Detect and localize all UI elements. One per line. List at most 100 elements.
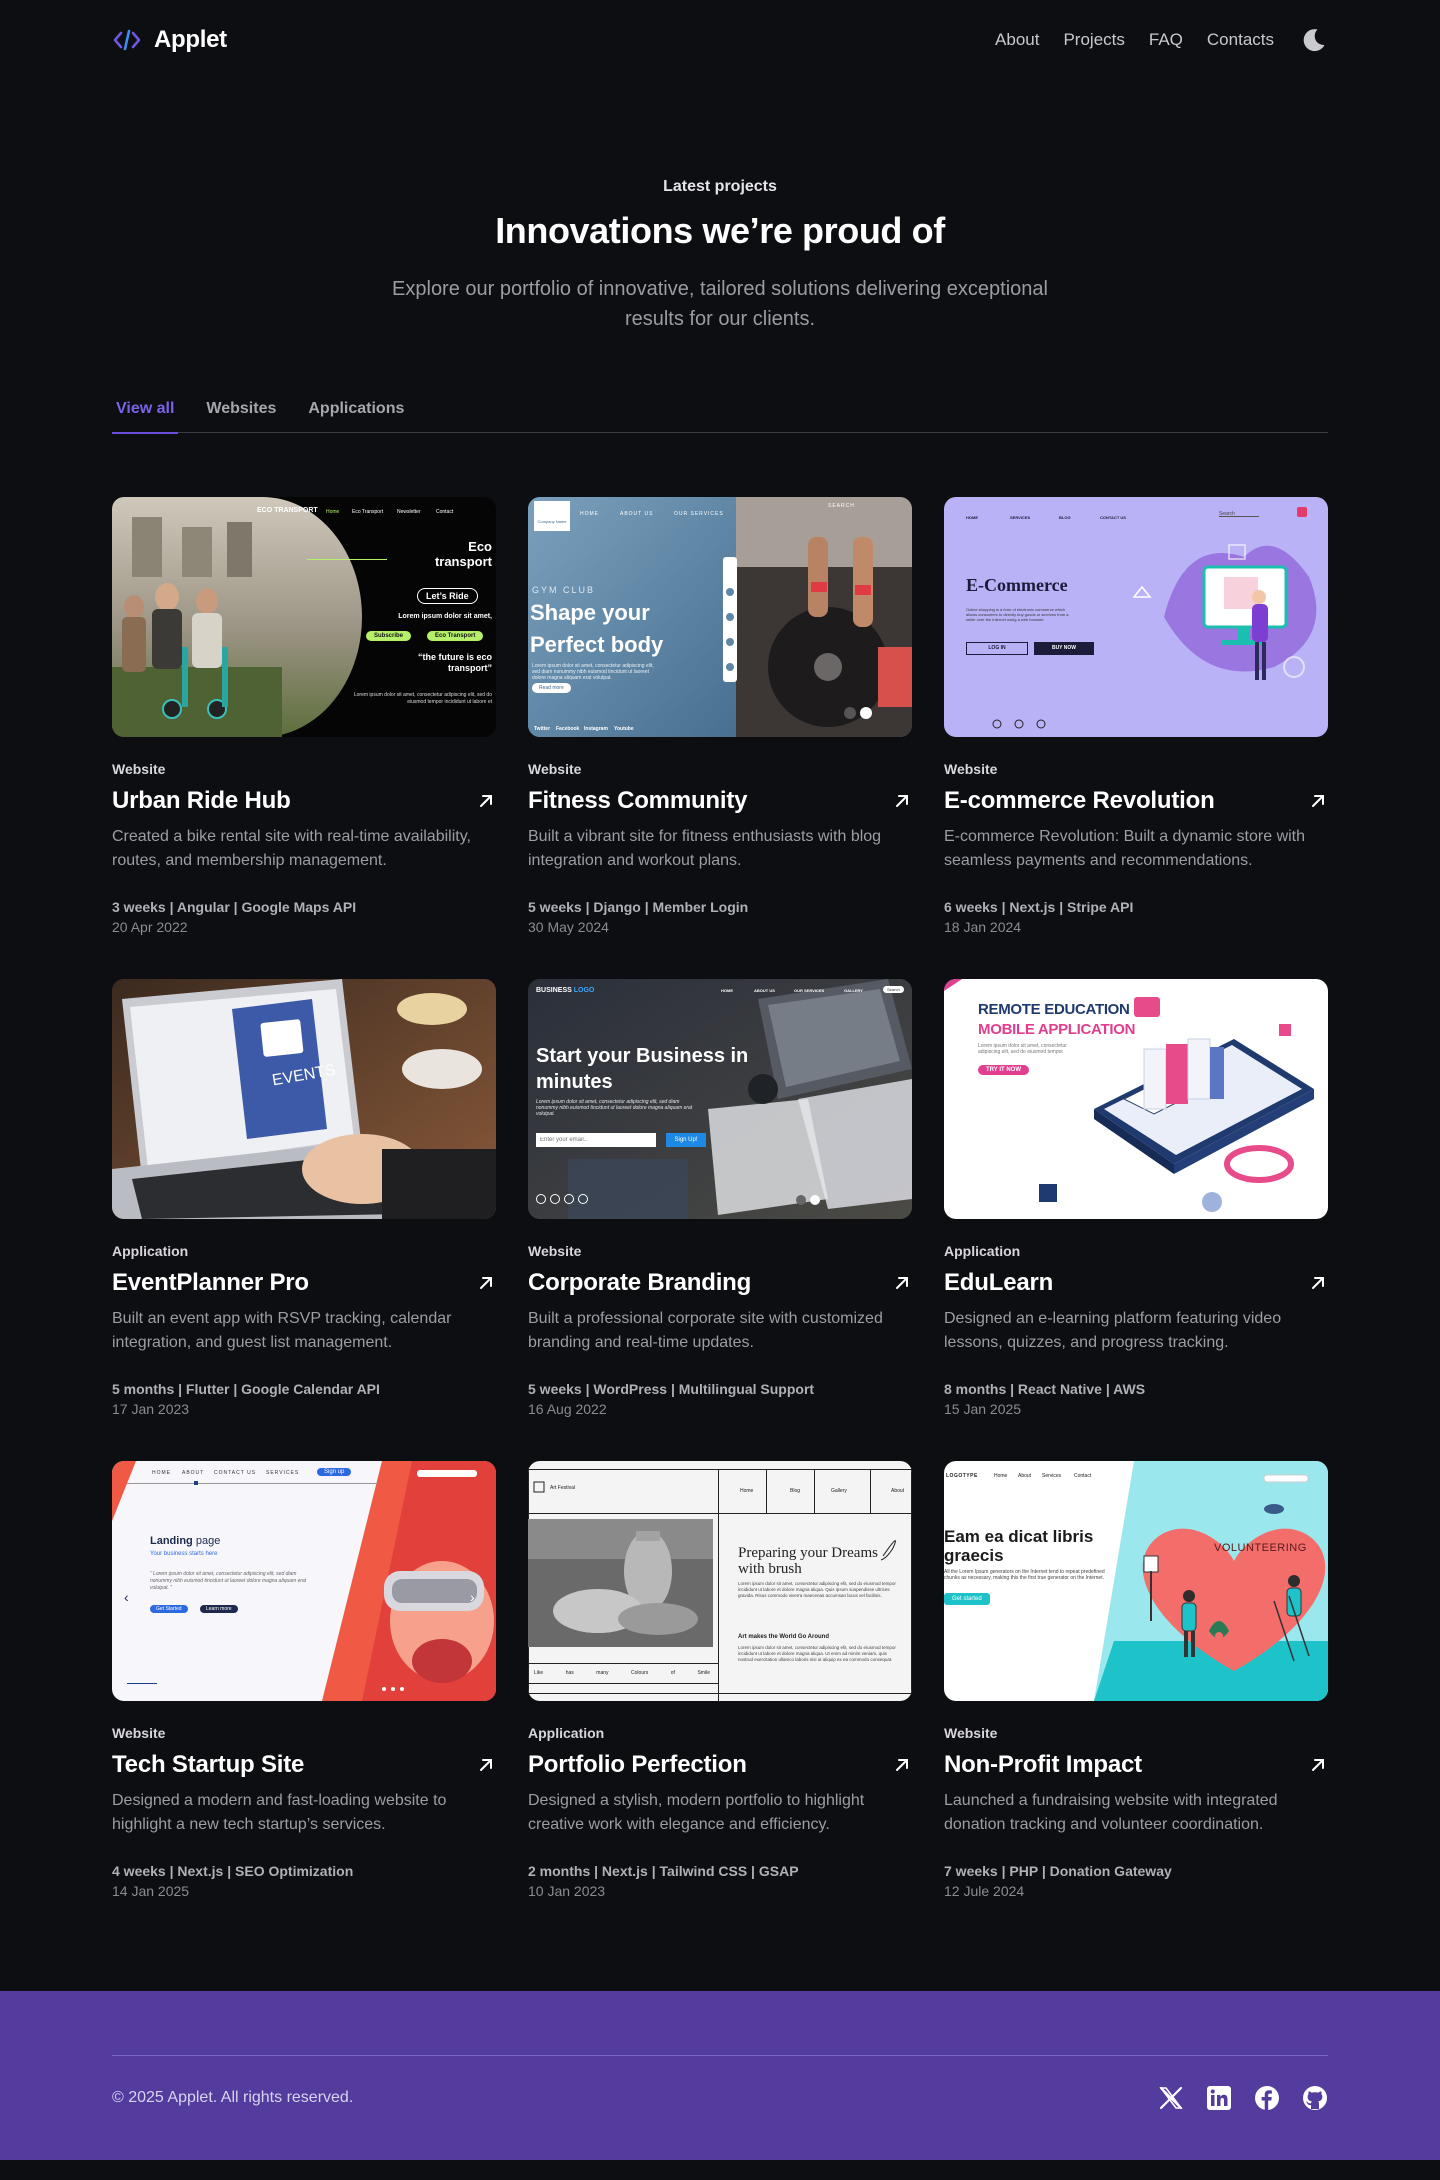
project-category: Website [944,761,998,777]
np-heart-label: VOLUNTEERING [1214,1542,1307,1554]
page-title: Innovations we’re proud of [495,210,945,251]
prev-slide-icon[interactable] [796,1195,806,1205]
arrow-up-right-icon[interactable] [476,1755,496,1775]
tab-applications[interactable]: Applications [304,396,408,432]
nav-link-about[interactable]: About [995,30,1039,50]
project-thumbnail[interactable]: REMOTE EDUCATION MOBILE APPLICATION Lore… [944,979,1328,1219]
project-thumbnail[interactable]: HOME SERVICES BLOG CONTACT US Search E-C… [944,497,1328,737]
corp-nav-services: OUR SERVICES [794,988,825,993]
project-meta: 6 weeks | Next.js | Stripe API [944,899,1134,915]
project-meta: 7 weeks | PHP | Donation Gateway [944,1863,1172,1879]
project-thumbnail[interactable]: BUSINESS LOGO HOME ABOUT US OUR SERVICES… [528,979,912,1219]
np-headline: Eam ea dicat libris graecis [944,1527,1094,1565]
urban-lorem: Lorem ipsum dolor sit amet, [398,613,492,620]
project-category: Website [944,1725,998,1741]
x-icon[interactable] [1158,2085,1184,2111]
project-category: Application [944,1243,1021,1259]
nav-link-faq[interactable]: FAQ [1149,30,1183,50]
ecom-nav-home: HOME [966,515,978,520]
nav-link-projects[interactable]: Projects [1063,30,1124,50]
tech-nav-home: HOME [152,1470,171,1476]
project-date: 12 Jule 2024 [944,1883,1025,1899]
port-nav-about: About [891,1488,905,1494]
project-description: E-commerce Revolution: Built a dynamic s… [944,828,1306,869]
corp-email-input[interactable] [536,1133,656,1147]
urban-nav-news: Newsletter [397,509,421,515]
arrow-up-right-icon[interactable] [1308,1755,1328,1775]
port-word: Like [534,1670,544,1676]
port-word: of [670,1670,675,1676]
project-title[interactable]: Fitness Community [528,787,747,815]
brand[interactable]: Applet [112,25,227,55]
instagram-icon [578,1194,588,1204]
project-meta: 3 weeks | Angular | Google Maps API [112,899,357,915]
arrow-up-right-icon[interactable] [476,791,496,811]
project-card-portfolio-perfection: Art Festival Home Blog Gallery About Pre… [528,1461,912,1899]
arrow-up-right-icon[interactable] [476,1273,496,1293]
fitness-nav-about: ABOUT US [620,511,654,517]
project-title[interactable]: EduLearn [944,1269,1053,1297]
project-title[interactable]: EventPlanner Pro [112,1269,309,1297]
urban-nav-contact: Contact [436,509,454,515]
facebook-icon[interactable] [1254,2085,1280,2111]
corp-cta[interactable]: Sign Up! [666,1133,706,1147]
fitness-social-twitter: Twitter [534,726,551,732]
fitness-headline: Shape your Perfect body [530,600,664,657]
ecom-login: LOG IN [966,642,1028,655]
next-slide-icon[interactable] [810,1195,820,1205]
port-sub: Art makes the World Go Around [738,1634,830,1640]
project-thumbnail[interactable]: LOGOTYPE Home About Services Contact Eam… [944,1461,1328,1701]
project-date: 20 Apr 2022 [112,919,188,935]
arrow-up-right-icon[interactable] [1308,791,1328,811]
project-card-ecommerce-revolution: HOME SERVICES BLOG CONTACT US Search E-C… [944,497,1328,935]
ecom-nav-services: SERVICES [1010,515,1031,520]
project-title[interactable]: Tech Startup Site [112,1751,304,1779]
corp-logo: BUSINESS LOGO [536,987,594,994]
project-title[interactable]: Urban Ride Hub [112,787,291,815]
project-title[interactable]: Corporate Branding [528,1269,751,1297]
port-nav-gallery: Gallery [831,1488,847,1494]
arrow-up-right-icon[interactable] [892,1273,912,1293]
urban-badge: Let’s Ride [417,588,478,604]
project-title[interactable]: E-commerce Revolution [944,787,1215,815]
tech-title-bold: Landing [150,1535,193,1547]
arrow-up-right-icon[interactable] [892,791,912,811]
events-photo [112,979,496,1219]
arrow-up-right-icon[interactable] [892,1755,912,1775]
port-word: has [565,1670,574,1676]
project-title[interactable]: Non-Profit Impact [944,1751,1142,1779]
port-word: Colours [631,1670,649,1676]
moon-icon[interactable] [1298,25,1328,55]
tech-nav-services: SERVICES [266,1470,300,1476]
project-category: Application [528,1725,605,1741]
project-description: Built an event app with RSVP tracking, c… [112,1310,452,1351]
ecom-headline: E-Commerce [966,575,1068,595]
fitness-body: Lorem ipsum dolor sit amet, consectetur … [532,663,654,681]
project-title-row: Portfolio Perfection [528,1751,912,1779]
corp-nav-home: HOME [721,988,733,993]
project-thumbnail[interactable]: Company Name HOME ABOUT US OUR SERVICES … [528,497,912,737]
project-category: Website [528,1243,582,1259]
tab-view-all[interactable]: View all [112,396,179,434]
project-thumbnail[interactable]: Art Festival Home Blog Gallery About Pre… [528,1461,912,1701]
tab-websites[interactable]: Websites [202,396,280,432]
project-meta: 5 months | Flutter | Google Calendar API [112,1381,380,1397]
project-thumbnail[interactable]: ECO TRANSPORT Home Eco Transport Newslet… [112,497,496,737]
chevron-right-icon[interactable]: › [470,1589,475,1605]
project-thumbnail[interactable]: HOME ABOUT CONTACT US SERVICES Sign up L… [112,1461,496,1701]
footer-row: © 2025 Applet. All rights reserved. [112,2056,1328,2140]
project-category: Website [112,761,166,777]
nav-link-contacts[interactable]: Contacts [1207,30,1274,50]
project-thumbnail[interactable]: EVENTS [112,979,496,1219]
github-icon[interactable] [1302,2085,1328,2111]
linkedin-icon[interactable] [1206,2085,1232,2111]
chevron-left-icon[interactable]: ‹ [124,1589,129,1605]
arrow-up-right-icon[interactable] [1308,1273,1328,1293]
port-nav-home: Home [740,1488,754,1494]
project-card-fitness-community: Company Name HOME ABOUT US OUR SERVICES … [528,497,912,935]
corp-logo-2: LOGO [573,987,595,994]
np-body: All the Lorem Ipsum generators on the In… [944,1569,1105,1581]
ecom-search: Search [1219,511,1235,517]
fitness-kicker: GYM CLUB [532,585,596,595]
project-title[interactable]: Portfolio Perfection [528,1751,747,1779]
